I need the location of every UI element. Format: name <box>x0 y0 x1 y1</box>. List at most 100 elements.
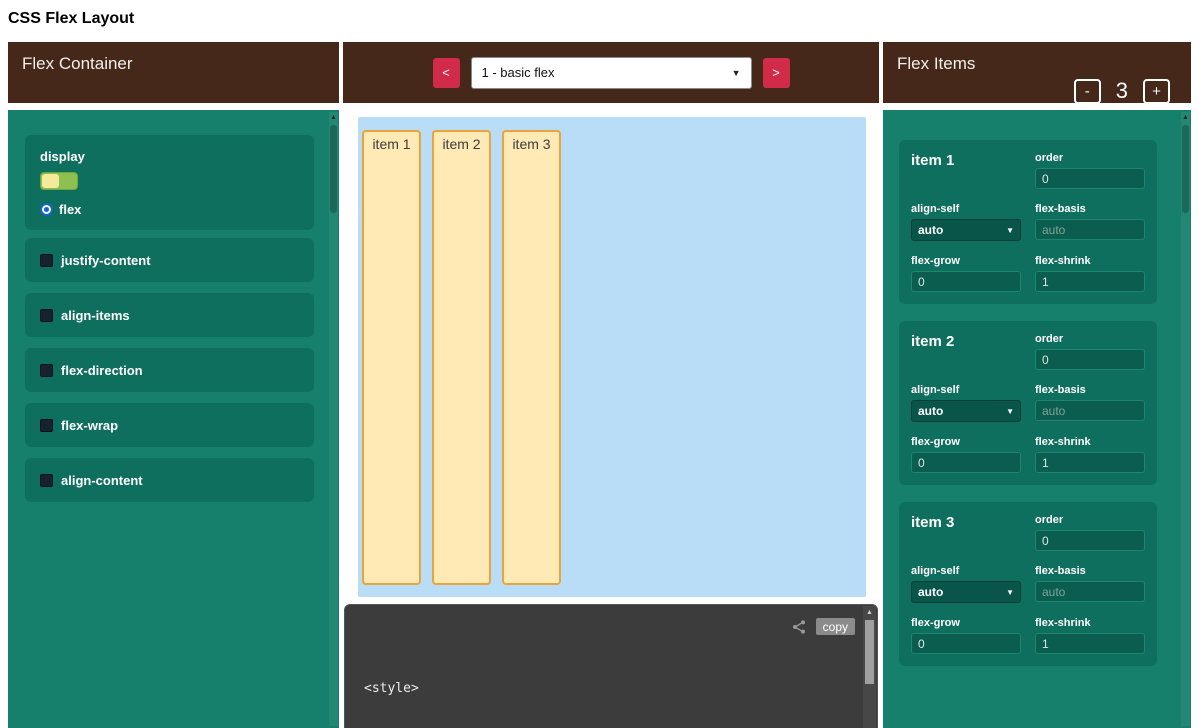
next-demo-button[interactable]: > <box>763 58 790 88</box>
page-title: CSS Flex Layout <box>8 10 134 28</box>
flex-basis-label: flex-basis <box>1035 565 1145 577</box>
order-input[interactable] <box>1035 530 1145 551</box>
copy-button[interactable]: copy <box>816 618 855 635</box>
prev-demo-button[interactable]: < <box>433 58 460 88</box>
flex-grow-label: flex-grow <box>911 617 1021 629</box>
option-card-justify-content: justify-content <box>25 238 314 282</box>
flex-radio-label: flex <box>59 202 81 217</box>
radio-dot-icon <box>44 207 49 212</box>
flex-shrink-label: flex-shrink <box>1035 617 1145 629</box>
code-line: <style> <box>364 679 877 698</box>
flex-preview-item: item 2 <box>432 130 491 585</box>
chevron-down-icon: ▼ <box>1006 226 1014 235</box>
code-panel: copy <style> .flex-container { display: … <box>344 604 878 728</box>
scrollbar-thumb[interactable] <box>865 620 874 684</box>
item-card-title-cell: item 3 <box>911 514 1021 551</box>
align-self-value: auto <box>918 404 943 418</box>
flex-preview-item: item 3 <box>502 130 561 585</box>
code-scrollbar[interactable]: ▲ <box>863 606 876 728</box>
flex-basis-label: flex-basis <box>1035 384 1145 396</box>
item-card-title-cell: item 2 <box>911 333 1021 370</box>
order-field: order <box>1035 152 1145 189</box>
flex-shrink-field: flex-shrink <box>1035 617 1145 654</box>
flex-direction-checkbox[interactable] <box>40 364 53 377</box>
item-count-controls: - 3 + <box>1074 78 1170 104</box>
code-toolbar: copy <box>791 618 855 635</box>
flex-basis-input[interactable] <box>1035 400 1145 421</box>
flex-radio-row: flex <box>40 202 299 217</box>
flex-grow-input[interactable] <box>911 633 1021 654</box>
code-area: <style> .flex-container { display: flex; <box>364 641 877 728</box>
align-self-field: align-self auto ▼ <box>911 565 1021 603</box>
flex-shrink-field: flex-shrink <box>1035 436 1145 473</box>
flex-items-title: Flex Items <box>897 54 975 74</box>
flex-container-body: ▲ display flex justify-content align-ite… <box>8 110 339 728</box>
order-field: order <box>1035 514 1145 551</box>
preview-header: < 1 - basic flex ▼ > <box>343 42 879 103</box>
option-label: align-items <box>61 308 130 323</box>
align-self-select[interactable]: auto ▼ <box>911 219 1021 241</box>
flex-wrap-checkbox[interactable] <box>40 419 53 432</box>
option-label: flex-wrap <box>61 418 118 433</box>
item-card-title: item 2 <box>911 333 954 350</box>
share-icon[interactable] <box>791 619 807 635</box>
flex-basis-input[interactable] <box>1035 581 1145 602</box>
preview-panel: < 1 - basic flex ▼ > item 1 item 2 item … <box>343 42 879 728</box>
align-self-label: align-self <box>911 565 1021 577</box>
flex-container-title: Flex Container <box>22 54 133 74</box>
flex-grow-input[interactable] <box>911 452 1021 473</box>
scroll-up-icon[interactable]: ▲ <box>863 606 876 616</box>
scrollbar-thumb[interactable] <box>330 125 337 213</box>
order-input[interactable] <box>1035 168 1145 189</box>
justify-content-checkbox[interactable] <box>40 254 53 267</box>
item-card-title: item 1 <box>911 152 954 169</box>
option-card-align-items: align-items <box>25 293 314 337</box>
flex-grow-input[interactable] <box>911 271 1021 292</box>
flex-container-panel: Flex Container ▲ display flex justify-co… <box>8 42 339 728</box>
chevron-down-icon: ▼ <box>732 68 741 78</box>
flex-shrink-input[interactable] <box>1035 633 1145 654</box>
option-card-align-content: align-content <box>25 458 314 502</box>
chevron-down-icon: ▼ <box>1006 588 1014 597</box>
flex-basis-label: flex-basis <box>1035 203 1145 215</box>
item-card: item 1 order align-self auto ▼ flex-basi… <box>899 140 1157 304</box>
display-card: display flex <box>25 135 314 230</box>
flex-shrink-input[interactable] <box>1035 271 1145 292</box>
flex-items-scrollbar[interactable]: ▲ <box>1181 112 1190 726</box>
align-self-select[interactable]: auto ▼ <box>911 400 1021 422</box>
chevron-down-icon: ▼ <box>1006 407 1014 416</box>
scroll-up-icon[interactable]: ▲ <box>329 112 338 121</box>
align-self-value: auto <box>918 585 943 599</box>
option-card-flex-direction: flex-direction <box>25 348 314 392</box>
order-label: order <box>1035 333 1145 345</box>
remove-item-button[interactable]: - <box>1074 79 1101 104</box>
display-toggle[interactable] <box>40 172 78 190</box>
flex-grow-field: flex-grow <box>911 617 1021 654</box>
scrollbar-thumb[interactable] <box>1182 125 1189 213</box>
flex-shrink-field: flex-shrink <box>1035 255 1145 292</box>
align-self-label: align-self <box>911 203 1021 215</box>
item-count: 3 <box>1116 78 1128 104</box>
flex-basis-input[interactable] <box>1035 219 1145 240</box>
order-input[interactable] <box>1035 349 1145 370</box>
align-self-select[interactable]: auto ▼ <box>911 581 1021 603</box>
flex-items-body: ▲ item 1 order align-self auto ▼ flex-ba… <box>883 110 1191 728</box>
flex-container-scrollbar[interactable]: ▲ <box>329 112 338 726</box>
flex-grow-field: flex-grow <box>911 255 1021 292</box>
display-label: display <box>40 149 299 164</box>
align-items-checkbox[interactable] <box>40 309 53 322</box>
flex-items-header: Flex Items - 3 + <box>883 42 1191 103</box>
align-content-checkbox[interactable] <box>40 474 53 487</box>
add-item-button[interactable]: + <box>1143 79 1170 104</box>
item-card: item 2 order align-self auto ▼ flex-basi… <box>899 321 1157 485</box>
flex-preview-item: item 1 <box>362 130 421 585</box>
demo-select[interactable]: 1 - basic flex ▼ <box>471 57 752 89</box>
demo-select-value: 1 - basic flex <box>482 65 555 80</box>
align-self-value: auto <box>918 223 943 237</box>
flex-shrink-input[interactable] <box>1035 452 1145 473</box>
flex-radio[interactable] <box>40 203 53 216</box>
order-label: order <box>1035 152 1145 164</box>
scroll-up-icon[interactable]: ▲ <box>1181 112 1190 121</box>
option-label: align-content <box>61 473 143 488</box>
order-label: order <box>1035 514 1145 526</box>
